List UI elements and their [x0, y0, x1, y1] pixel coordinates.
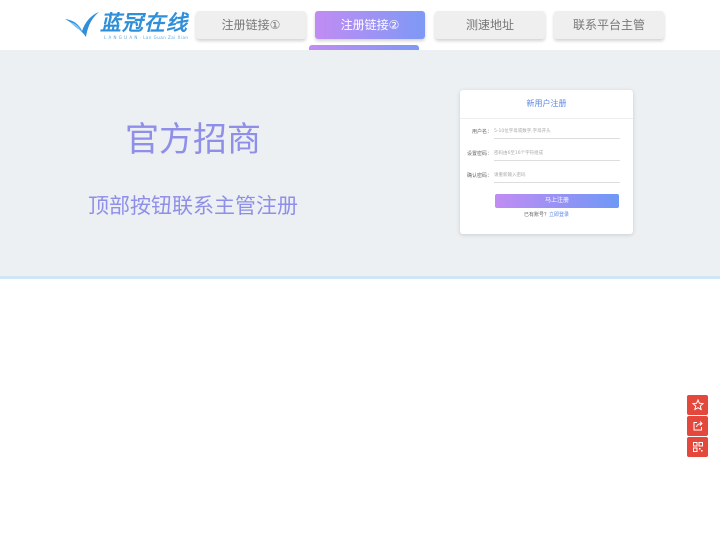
nav-register-link-1[interactable]: 注册链接① — [196, 11, 306, 39]
nav-speed-test[interactable]: 测速地址 — [435, 11, 545, 39]
bird-logo-icon — [65, 12, 99, 37]
register-title: 新用户注册 — [460, 90, 633, 119]
logo-subtitle: L A N G U A N · Lan Guan Zai Xian — [104, 35, 189, 40]
favorite-button[interactable] — [687, 395, 708, 415]
confirm-password-input[interactable] — [494, 168, 620, 183]
site-header: 蓝冠在线 L A N G U A N · Lan Guan Zai Xian 注… — [0, 0, 720, 50]
login-link[interactable]: 立即登录 — [549, 212, 569, 218]
hero-banner: 官方招商 顶部按钮联系主管注册 新用户注册 用户名： 设置密码： 确认密码： 马… — [0, 50, 720, 279]
login-prompt-text: 已有账号？ — [523, 212, 549, 218]
hero-subtitle: 顶部按钮联系主管注册 — [88, 194, 298, 218]
register-submit-button[interactable]: 马上注册 — [495, 194, 619, 208]
username-label: 用户名： — [471, 129, 492, 135]
qrcode-button[interactable] — [687, 437, 708, 457]
password-label: 设置密码： — [466, 151, 492, 157]
logo-text: 蓝冠在线 — [100, 11, 188, 35]
confirm-password-label: 确认密码： — [466, 173, 492, 179]
register-card: 新用户注册 用户名： 设置密码： 确认密码： 马上注册 已有账号？立即登录 — [460, 90, 633, 234]
username-input[interactable] — [494, 124, 620, 139]
star-icon — [691, 399, 704, 411]
password-input[interactable] — [494, 146, 620, 161]
share-icon — [693, 421, 703, 431]
nav-contact-manager[interactable]: 联系平台主管 — [554, 11, 664, 39]
hero-title: 官方招商 — [125, 120, 261, 160]
qrcode-icon — [692, 442, 703, 452]
site-logo[interactable]: 蓝冠在线 L A N G U A N · Lan Guan Zai Xian — [64, 9, 188, 43]
nav-register-link-2[interactable]: 注册链接② — [315, 11, 425, 39]
share-button[interactable] — [687, 416, 708, 436]
login-prompt-line: 已有账号？立即登录 — [460, 211, 633, 218]
